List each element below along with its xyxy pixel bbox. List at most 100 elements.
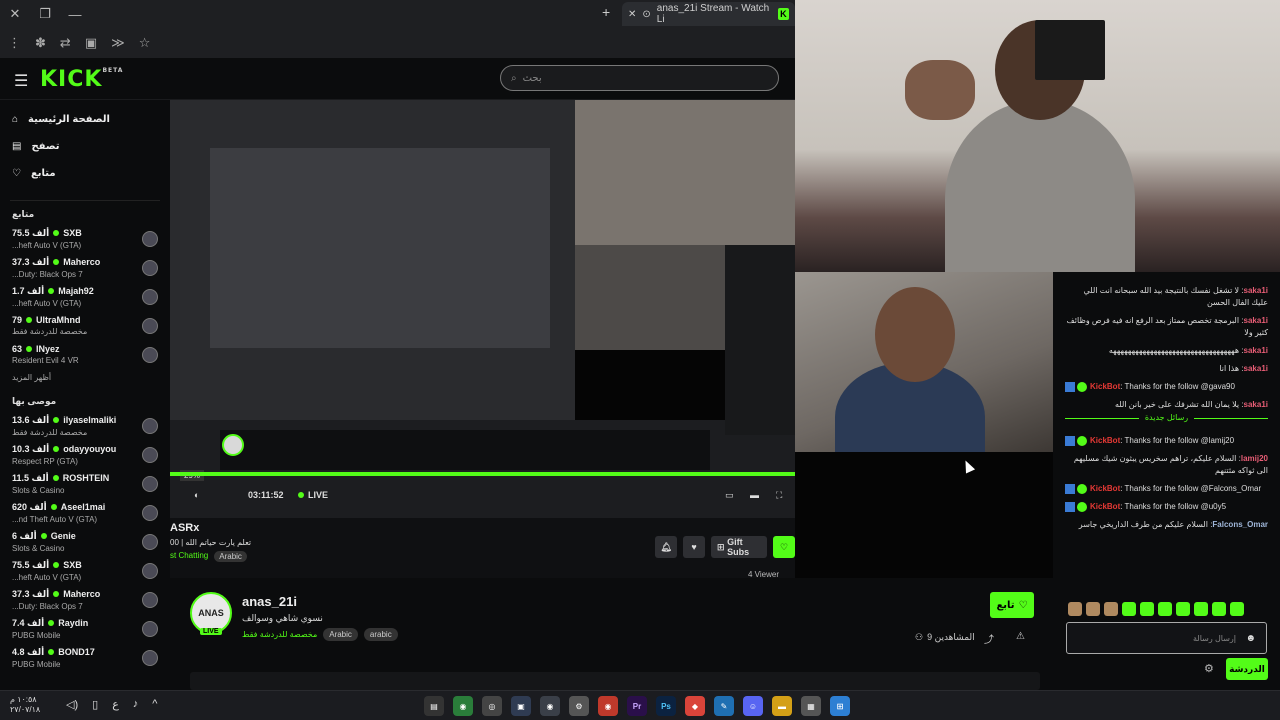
menu-dots-icon[interactable]: ⋮ (8, 35, 21, 51)
chrome-icon[interactable]: ◉ (453, 696, 473, 716)
bell-icon[interactable]: 🔔︎ (655, 536, 678, 558)
sidebar-channel[interactable]: 75.5 ألف SXB ...heft Auto V (GTA) (0, 224, 170, 253)
sidebar-channel[interactable]: 4.8 ألف BOND17 PUBG Mobile (0, 643, 170, 672)
chat-send-button[interactable]: الدردشة (1226, 658, 1268, 680)
viewer-count: 75.5 ألف (12, 559, 50, 570)
chat-username[interactable]: KickBot (1090, 436, 1120, 445)
chat-input[interactable]: إرسال رسالة ☻ (1066, 622, 1267, 654)
sidebar-channel[interactable]: 63 INyez Resident Evil 4 VR (0, 340, 170, 369)
speaker-icon[interactable]: ◁) (66, 698, 78, 711)
chat-text: لا تشغل نفسك بالنتيجة بيد الله سبحانه ان… (1083, 286, 1268, 307)
tag[interactable]: arabic (363, 628, 398, 641)
chat-settings-icon[interactable]: ⚙ (1204, 662, 1214, 675)
stream-progress-bar[interactable] (170, 472, 795, 476)
report-icon[interactable]: ⚠ (1016, 631, 1025, 642)
chrome-icon[interactable]: ◉ (540, 696, 560, 716)
minimize-window-icon[interactable]: — (60, 0, 90, 28)
sidebar-channel[interactable]: 75.5 ألف SXB ...heft Auto V (GTA) (0, 556, 170, 585)
audio-icon[interactable]: ≫ (111, 35, 125, 51)
chrome-icon[interactable]: ◉ (598, 696, 618, 716)
sidebar-channel[interactable]: 13.6 ألف ilyaselmaliki مخصصة للدردشة فقط (0, 411, 170, 440)
sidebar-nav-home[interactable]: ⌂ الصفحة الرئيسية (0, 106, 170, 133)
chat-username[interactable]: saka1i (1244, 286, 1268, 295)
chat-username[interactable]: lamij20 (1241, 454, 1268, 463)
sidebar-channel[interactable]: 37.3 ألف Maherco ...Duty: Black Ops 7 (0, 585, 170, 614)
theater-icon[interactable]: ▬ (750, 490, 759, 500)
taskbar-app-icon[interactable]: ▦ (801, 696, 821, 716)
bookmark-star-icon[interactable]: ☆ (139, 35, 151, 51)
close-tab-icon[interactable]: ✕ (628, 9, 636, 20)
new-tab-icon[interactable]: + (602, 4, 610, 20)
chat-username[interactable]: KickBot (1090, 484, 1120, 493)
sidebar-channel[interactable]: 37.3 ألف Maherco ...Duty: Black Ops 7 (0, 253, 170, 282)
sidebar-nav-following[interactable]: ♡ متابع (0, 160, 170, 187)
category-link[interactable]: مخصصة للدردشة فقط (242, 630, 317, 639)
emote-icon[interactable] (1104, 602, 1118, 616)
taskbar-app-icon[interactable]: ◆ (685, 696, 705, 716)
chat-username[interactable]: saka1i (1244, 400, 1268, 409)
settings-icon[interactable]: ⚙ (569, 696, 589, 716)
emote-icon[interactable] (1176, 602, 1190, 616)
volume-icon[interactable]: ◐ (194, 490, 199, 500)
language-icon[interactable]: ع (112, 698, 119, 711)
chat-username[interactable]: saka1i (1244, 364, 1268, 373)
clock[interactable]: ١٠:٥٨ م ٢٧/٠٧/١٨ (10, 695, 40, 715)
kick-logo[interactable]: KICKBETA (40, 67, 123, 92)
follow-button[interactable]: تابع ♡ (990, 592, 1034, 618)
network-icon[interactable]: ▯ (92, 698, 98, 711)
video-player[interactable]: 29% ◐ 03:11:52 LIVE ▭ ▬ ⛶ ASRx تعلم يارت… (170, 100, 795, 578)
mic-icon[interactable]: ♪ (133, 698, 139, 711)
sidebar-nav-browse[interactable]: ▤ تصفح (0, 133, 170, 160)
close-window-icon[interactable]: ✕ (0, 0, 30, 28)
emote-icon[interactable] (1230, 602, 1244, 616)
taskbar-app-icon[interactable]: ▤ (424, 696, 444, 716)
sidebar-channel[interactable]: 1.7 ألف Majah92 ...heft Auto V (GTA) (0, 282, 170, 311)
chevron-up-icon[interactable]: ^ (152, 698, 157, 711)
folder-icon[interactable]: ▬ (772, 696, 792, 716)
fullscreen-icon[interactable]: ⛶ (776, 490, 782, 501)
emoji-icon[interactable]: ☻ (1245, 633, 1256, 644)
emote-icon[interactable] (1086, 602, 1100, 616)
sidebar-channel[interactable]: 7.4 ألف Raydin PUBG Mobile (0, 614, 170, 643)
emote-icon[interactable] (1068, 602, 1082, 616)
tag[interactable]: Arabic (323, 628, 358, 641)
inner-follow-button[interactable]: ♡ (773, 536, 795, 558)
emote-icon[interactable] (1212, 602, 1226, 616)
sidebar-channel[interactable]: 620 ألف Aseel1mai ...nd Theft Auto V (GTA) (0, 498, 170, 527)
gift-subs-button[interactable]: ⊞ Gift Subs (711, 536, 767, 558)
sidebar-channel[interactable]: 10.3 ألف odayyouyou Respect RP (GTA) (0, 440, 170, 469)
verified-badge-icon (1077, 381, 1087, 392)
screenshot-icon[interactable]: ▣ (85, 35, 97, 51)
chat-username[interactable]: saka1i (1244, 316, 1268, 325)
sidebar-channel[interactable]: 11.5 ألف ROSHTEIN Slots & Casino (0, 469, 170, 498)
search-input[interactable]: ⌕ بحث (500, 65, 779, 91)
taskbar-app-icon[interactable]: ✎ (714, 696, 734, 716)
share-icon[interactable]: ⤴ (984, 631, 994, 646)
channel-category: مخصصة للدردشة فقط (12, 327, 88, 336)
premiere-icon[interactable]: Pr (627, 696, 647, 716)
emote-icon[interactable] (1140, 602, 1154, 616)
heart-icon[interactable]: ♥ (683, 536, 706, 558)
emote-icon[interactable] (1122, 602, 1136, 616)
pip-icon[interactable]: ▭ (725, 490, 734, 501)
translate-icon[interactable]: ⇄ (60, 35, 71, 51)
emote-icon[interactable] (1158, 602, 1172, 616)
sidebar-channel[interactable]: 79 UltraMhnd مخصصة للدردشة فقط (0, 311, 170, 340)
photoshop-icon[interactable]: Ps (656, 696, 676, 716)
discord-icon[interactable]: ☺ (743, 696, 763, 716)
chat-username[interactable]: KickBot (1090, 502, 1120, 511)
chat-username[interactable]: Falcons_Omar (1212, 520, 1268, 529)
restore-window-icon[interactable]: ❐ (30, 0, 60, 28)
extension-icon[interactable]: ✽ (35, 35, 46, 51)
show-more-link[interactable]: أظهر المزيد (0, 369, 170, 388)
browser-tab[interactable]: ✕ ⊙ anas_21i Stream - Watch Li K (622, 2, 795, 26)
channel-name[interactable]: anas_21i (242, 594, 297, 609)
windows-start-icon[interactable]: ⊞ (830, 696, 850, 716)
hamburger-menu-icon[interactable]: ☰ (14, 71, 28, 91)
sidebar-channel[interactable]: 6 ألف Genie Slots & Casino (0, 527, 170, 556)
taskbar-app-icon[interactable]: ▣ (511, 696, 531, 716)
chat-username[interactable]: KickBot (1090, 382, 1120, 391)
emote-icon[interactable] (1194, 602, 1208, 616)
chat-username[interactable]: saka1i (1244, 346, 1268, 355)
taskbar-app-icon[interactable]: ◎ (482, 696, 502, 716)
